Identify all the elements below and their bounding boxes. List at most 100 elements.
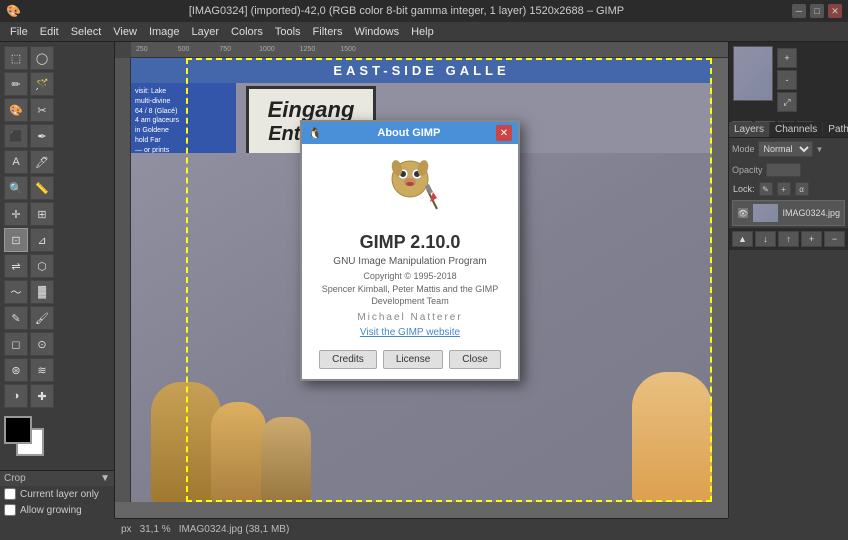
title-bar-icon: 🎨 [6, 4, 21, 18]
tool-dodge[interactable]: ◑ [4, 384, 28, 408]
about-version: GIMP 2.10.0 [360, 232, 461, 253]
layer-visibility-toggle[interactable]: 👁 [737, 207, 749, 219]
layer-new-button[interactable]: ↑ [778, 231, 799, 247]
tool-blend[interactable]: ▓ [30, 280, 54, 304]
allow-growing-checkbox[interactable] [4, 504, 16, 516]
current-layer-checkbox[interactable] [4, 488, 16, 500]
tool-options: Crop ▼ Current layer only Allow growing … [0, 470, 114, 518]
tool-free-select[interactable]: ✏ [4, 72, 28, 96]
menu-edit[interactable]: Edit [34, 24, 65, 40]
menu-windows[interactable]: Windows [348, 24, 405, 40]
right-panel-top: + - ⤢ ⚙ ⟳ [729, 42, 848, 122]
about-dialog: 🐧 About GIMP ✕ GI [300, 120, 520, 381]
tool-move[interactable]: ✛ [4, 202, 28, 226]
menu-tools[interactable]: Tools [269, 24, 307, 40]
foreground-color[interactable] [4, 416, 32, 444]
tool-cage[interactable]: ⬡ [30, 254, 54, 278]
about-author: Michael Natterer [357, 312, 462, 323]
opacity-input[interactable]: 100,0 [766, 163, 801, 177]
tool-eraser[interactable]: ◻ [4, 332, 28, 356]
tool-fuzzy-select[interactable]: 🪄 [30, 72, 54, 96]
about-website-link[interactable]: Visit the GIMP website [360, 327, 460, 338]
tool-measure[interactable]: 📏 [30, 176, 54, 200]
tool-foreground-select[interactable]: ⬛ [4, 124, 28, 148]
menu-help[interactable]: Help [405, 24, 440, 40]
tool-options-menu-icon[interactable]: ▼ [100, 473, 110, 484]
status-bar: px 31,1 % IMAG0324.jpg (38,1 MB) [115, 518, 728, 540]
lock-label: Lock: [733, 184, 755, 194]
menu-colors[interactable]: Colors [225, 24, 269, 40]
tool-warp[interactable]: 〜 [4, 280, 28, 304]
about-dialog-icon: 🐧 [308, 127, 322, 140]
layer-add-button[interactable]: ▲ [732, 231, 753, 247]
right-panel: + - ⤢ ⚙ ⟳ Layers Channels Paths Mode [728, 42, 848, 518]
nav-fit[interactable]: ⤢ [777, 92, 797, 112]
status-unit: px [121, 524, 132, 535]
tool-smudge[interactable]: ≋ [30, 358, 54, 382]
allow-growing-label: Allow growing [20, 505, 82, 516]
menu-layer[interactable]: Layer [186, 24, 226, 40]
menu-filters[interactable]: Filters [307, 24, 349, 40]
tool-text[interactable]: A [4, 150, 28, 174]
about-dialog-title: About GIMP [377, 127, 440, 139]
lock-alpha-button[interactable]: α [795, 182, 809, 196]
mode-select[interactable]: Normal [758, 141, 813, 157]
tool-crop[interactable]: ⊡ [4, 228, 28, 252]
tab-layers[interactable]: Layers [729, 122, 770, 137]
menu-image[interactable]: Image [143, 24, 186, 40]
credits-button[interactable]: Credits [319, 350, 377, 369]
menu-view[interactable]: View [107, 24, 143, 40]
tool-options-header: Crop ▼ [0, 471, 114, 486]
lock-position-button[interactable]: + [777, 182, 791, 196]
license-button[interactable]: License [383, 350, 443, 369]
tool-zoom[interactable]: 🔍 [4, 176, 28, 200]
layers-bottom: ▲ ↓ ↑ + − [729, 228, 848, 250]
ruler-corner [115, 42, 131, 58]
tool-color-picker[interactable]: 🖊 [30, 150, 54, 174]
ruler-top: 250 500 750 1000 1250 1500 [131, 42, 728, 58]
option-current-layer: Current layer only [0, 486, 114, 502]
title-bar-title: [IMAG0324] (imported)-42,0 (RGB color 8-… [21, 5, 792, 17]
tab-paths[interactable]: Paths [823, 122, 848, 137]
gimp-logo-svg [375, 154, 445, 224]
nav-zoom-out[interactable]: - [777, 70, 797, 90]
tool-scissors[interactable]: ✂ [30, 98, 54, 122]
close-about-button[interactable]: Close [449, 350, 501, 369]
ruler-left [115, 58, 131, 502]
tool-by-color[interactable]: 🎨 [4, 98, 28, 122]
title-bar: 🎨 [IMAG0324] (imported)-42,0 (RGB color … [0, 0, 848, 22]
title-bar-controls: ─ □ ✕ [792, 4, 842, 18]
maximize-button[interactable]: □ [810, 4, 824, 18]
tool-pencil[interactable]: ✎ [4, 306, 28, 330]
layer-duplicate-button[interactable]: + [801, 231, 822, 247]
tool-airbrush[interactable]: ⊙ [30, 332, 54, 356]
tool-align[interactable]: ⊞ [30, 202, 54, 226]
about-title-bar: 🐧 About GIMP ✕ [302, 122, 518, 144]
about-subtitle: GNU Image Manipulation Program [333, 256, 486, 267]
layer-remove-button[interactable]: − [824, 231, 845, 247]
tool-ink[interactable]: ⊛ [4, 358, 28, 382]
tool-ellipse-select[interactable]: ◯ [30, 46, 54, 70]
tool-paint[interactable]: 🖌 [30, 306, 54, 330]
tool-transform[interactable]: ⊿ [30, 228, 54, 252]
about-content: GIMP 2.10.0 GNU Image Manipulation Progr… [302, 144, 518, 379]
tool-paths[interactable]: ✒ [30, 124, 54, 148]
about-copyright: Copyright © 1995-2018Spencer Kimball, Pe… [320, 270, 500, 308]
tool-flip[interactable]: ⇌ [4, 254, 28, 278]
minimize-button[interactable]: ─ [792, 4, 806, 18]
lock-pixels-button[interactable]: ✎ [759, 182, 773, 196]
close-button[interactable]: ✕ [828, 4, 842, 18]
tool-rect-select[interactable]: ⬚ [4, 46, 28, 70]
current-layer-label: Current layer only [20, 489, 99, 500]
about-close-button[interactable]: ✕ [496, 125, 512, 141]
tool-heal[interactable]: ✚ [30, 384, 54, 408]
nav-zoom-in[interactable]: + [777, 48, 797, 68]
layers-options: Mode Normal ▼ [729, 138, 848, 160]
image-thumbnail [733, 46, 773, 101]
tool-grid: ⬚ ◯ ✏ 🪄 🎨 ✂ ⬛ ✒ A 🖊 🔍 📏 ✛ ⊞ ⊡ ⊿ ⇌ ⬡ 〜 ▓ … [0, 42, 114, 412]
tab-channels[interactable]: Channels [770, 122, 823, 137]
layer-delete-button[interactable]: ↓ [755, 231, 776, 247]
menu-file[interactable]: File [4, 24, 34, 40]
layer-thumbnail [752, 203, 779, 223]
menu-select[interactable]: Select [65, 24, 108, 40]
